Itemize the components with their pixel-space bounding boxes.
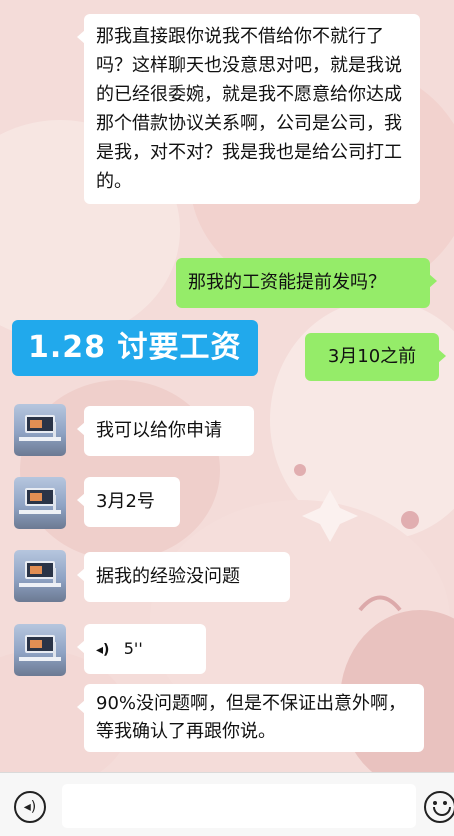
message-text: 3月2号 bbox=[96, 491, 155, 512]
date-label-text: 1.28 讨要工资 bbox=[28, 330, 242, 365]
message-input[interactable] bbox=[62, 784, 416, 828]
message-text: 那我直接跟你说我不借给你不就行了吗？这样聊天也没意思对吧，就是我说的已经很委婉，… bbox=[96, 26, 402, 192]
message-text: 3月10之前 bbox=[327, 346, 417, 367]
message-text: 我可以给你申请 bbox=[96, 420, 222, 441]
message-text: 据我的经验没问题 bbox=[96, 566, 240, 587]
message-text: 90%没问题啊，但是不保证出意外啊，等我确认了再跟你说。 bbox=[96, 693, 407, 742]
contact-avatar[interactable] bbox=[14, 550, 66, 602]
voice-toggle-icon[interactable]: ◂) bbox=[14, 791, 46, 823]
message-text: 那我的工资能提前发吗？ bbox=[188, 272, 386, 293]
voice-wave-icon: ◂) bbox=[96, 642, 110, 658]
chat-input-bar: ◂) bbox=[0, 772, 454, 836]
emoji-icon[interactable] bbox=[424, 791, 454, 823]
contact-avatar[interactable] bbox=[14, 477, 66, 529]
voice-message-bubble[interactable]: ◂) 5'' bbox=[77, 624, 206, 674]
message-bubble-incoming[interactable]: 3月2号 bbox=[77, 477, 180, 527]
message-bubble-incoming[interactable]: 那我直接跟你说我不借给你不就行了吗？这样聊天也没意思对吧，就是我说的已经很委婉，… bbox=[77, 14, 420, 204]
message-bubble-outgoing[interactable]: 3月10之前 bbox=[305, 333, 446, 381]
voice-duration: 5'' bbox=[123, 639, 143, 658]
date-label-badge: 1.28 讨要工资 bbox=[12, 320, 258, 376]
message-bubble-incoming[interactable]: 我可以给你申请 bbox=[77, 406, 254, 456]
message-bubble-incoming[interactable]: 90%没问题啊，但是不保证出意外啊，等我确认了再跟你说。 bbox=[77, 684, 424, 752]
contact-avatar[interactable] bbox=[14, 624, 66, 676]
message-bubble-incoming[interactable]: 据我的经验没问题 bbox=[77, 552, 290, 602]
contact-avatar[interactable] bbox=[14, 404, 66, 456]
message-bubble-outgoing[interactable]: 那我的工资能提前发吗？ bbox=[176, 258, 437, 308]
